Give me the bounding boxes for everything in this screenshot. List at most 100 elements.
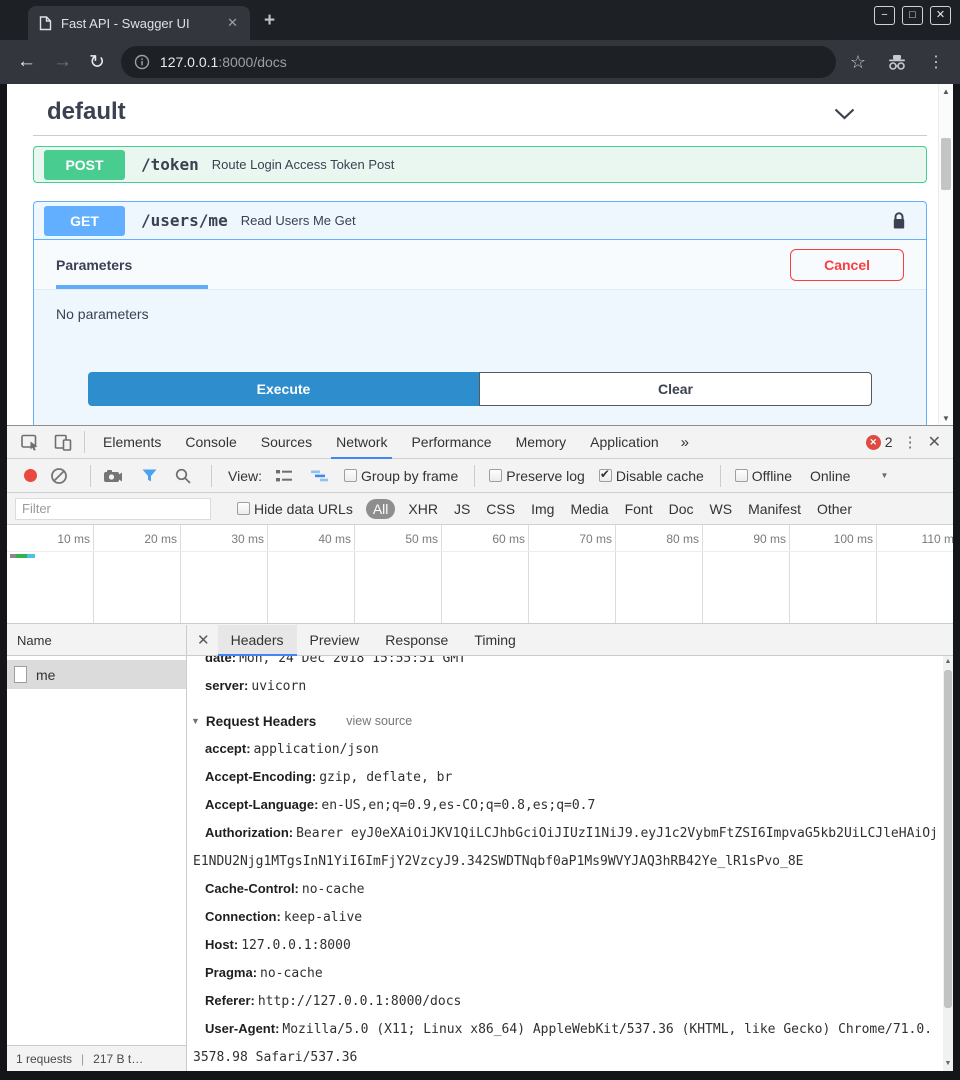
timeline-tick: 100 ms — [790, 525, 877, 551]
disable-cache-label: Disable cache — [616, 468, 704, 484]
more-tabs-button[interactable]: » — [671, 434, 699, 451]
scroll-up-arrow[interactable]: ▲ — [939, 84, 953, 98]
execute-button[interactable]: Execute — [88, 372, 479, 406]
incognito-icon[interactable] — [886, 54, 908, 71]
requests-column-header[interactable]: Name — [7, 625, 186, 656]
filter-type-all[interactable]: All — [366, 499, 396, 519]
request-row-me[interactable]: me — [7, 660, 186, 689]
back-button[interactable]: ← — [17, 51, 36, 73]
reload-button[interactable]: ↻ — [89, 51, 105, 74]
summary-divider: | — [81, 1052, 84, 1066]
tab-close-icon[interactable]: ✕ — [227, 15, 238, 31]
console-error-badge[interactable]: ✕ 2 — [866, 434, 893, 450]
window-maximize-button[interactable]: □ — [902, 6, 923, 25]
details-tab-headers[interactable]: Headers — [218, 625, 297, 656]
view-list-icon[interactable] — [275, 469, 293, 483]
request-headers-section[interactable]: ▼ Request Headers view source — [191, 709, 939, 733]
timeline-tick: 60 ms — [442, 525, 529, 551]
device-toolbar-icon[interactable] — [54, 434, 72, 451]
devtools-tab-sources[interactable]: Sources — [249, 426, 324, 459]
lock-icon[interactable] — [890, 211, 908, 230]
details-tab-timing[interactable]: Timing — [461, 625, 529, 656]
record-button[interactable] — [24, 469, 37, 482]
section-divider — [33, 135, 927, 136]
throttling-dropdown-arrow[interactable]: ▼ — [880, 471, 888, 480]
window-close-button[interactable]: ✕ — [930, 6, 951, 25]
filter-type-doc[interactable]: Doc — [669, 501, 694, 517]
filter-type-js[interactable]: JS — [454, 501, 470, 517]
filter-type-media[interactable]: Media — [570, 501, 608, 517]
devtools-tab-elements[interactable]: Elements — [91, 426, 173, 459]
divider — [474, 465, 475, 487]
request-header-row: Pragma:no-cache — [193, 959, 939, 987]
bookmark-star-icon[interactable]: ☆ — [850, 52, 866, 73]
details-tab-preview[interactable]: Preview — [297, 625, 373, 656]
browser-tab[interactable]: Fast API - Swagger UI ✕ — [28, 6, 250, 40]
filter-type-css[interactable]: CSS — [486, 501, 515, 517]
throttling-select[interactable]: Online — [810, 468, 850, 484]
no-parameters-text: No parameters — [56, 306, 149, 322]
search-icon[interactable] — [175, 468, 191, 484]
devtools-tab-memory[interactable]: Memory — [504, 426, 579, 459]
disclosure-triangle-icon[interactable]: ▼ — [191, 716, 200, 726]
devtools-tab-console[interactable]: Console — [173, 426, 248, 459]
devtools-close-icon[interactable]: ✕ — [928, 432, 941, 452]
requests-empty-area — [7, 689, 186, 1045]
details-scrollbar-thumb[interactable] — [944, 670, 952, 1008]
filter-icon[interactable] — [142, 469, 157, 482]
post-summary: Route Login Access Token Post — [212, 157, 395, 172]
devtools-tab-performance[interactable]: Performance — [399, 426, 503, 459]
filter-type-manifest[interactable]: Manifest — [748, 501, 801, 517]
url-bar[interactable]: 127.0.0.1:8000/docs — [121, 46, 836, 78]
details-scroll-down-arrow[interactable]: ▼ — [943, 1058, 953, 1070]
request-name: me — [36, 667, 55, 683]
disable-cache-checkbox[interactable] — [599, 469, 612, 482]
cancel-button[interactable]: Cancel — [790, 249, 904, 281]
timeline-tick: 80 ms — [616, 525, 703, 551]
filter-type-xhr[interactable]: XHR — [408, 501, 438, 517]
filter-type-img[interactable]: Img — [531, 501, 554, 517]
window-minimize-button[interactable]: − — [874, 6, 895, 25]
page-scrollbar[interactable]: ▲ ▼ — [938, 84, 953, 425]
waterfall-ttfb-segment — [16, 554, 27, 558]
hide-data-urls-checkbox[interactable] — [237, 502, 250, 515]
page-scrollbar-thumb[interactable] — [941, 138, 951, 190]
offline-checkbox[interactable] — [735, 469, 748, 482]
network-summary-bar: 1 requests | 217 B t… — [7, 1045, 186, 1071]
devtools-tab-network[interactable]: Network — [324, 426, 399, 459]
view-waterfall-icon[interactable] — [311, 469, 329, 483]
forward-button[interactable]: → — [53, 51, 72, 73]
inspect-element-icon[interactable] — [21, 433, 40, 451]
filter-type-font[interactable]: Font — [625, 501, 653, 517]
devtools-tabbar: Elements Console Sources Network Perform… — [7, 426, 953, 459]
network-overview-timeline[interactable]: 10 ms 20 ms 30 ms 40 ms 50 ms 60 ms 70 m… — [7, 525, 953, 624]
scroll-down-arrow[interactable]: ▼ — [939, 411, 953, 425]
details-scroll-up-arrow[interactable]: ▲ — [943, 656, 953, 668]
site-info-icon[interactable] — [134, 54, 150, 70]
request-header-row: Connection:keep-alive — [193, 903, 939, 931]
clear-log-icon[interactable] — [50, 467, 68, 485]
group-by-frame-checkbox[interactable] — [344, 469, 357, 482]
devtools-tab-application[interactable]: Application — [578, 426, 671, 459]
details-tab-response[interactable]: Response — [372, 625, 461, 656]
details-close-icon[interactable]: ✕ — [197, 631, 210, 649]
view-source-link[interactable]: view source — [346, 714, 412, 728]
get-method-badge: GET — [44, 206, 125, 236]
filter-input[interactable] — [15, 498, 211, 520]
headers-content[interactable]: date:Mon, 24 Dec 2018 15:55:51 GMT serve… — [187, 656, 953, 1071]
get-endpoint-header[interactable]: GET /users/me Read Users Me Get — [34, 202, 926, 240]
filter-type-ws[interactable]: WS — [710, 501, 733, 517]
hide-data-urls-label: Hide data URLs — [254, 501, 353, 517]
preserve-log-checkbox[interactable] — [489, 469, 502, 482]
capture-screenshots-icon[interactable] — [103, 469, 123, 483]
network-toolbar: View: Group by frame Preserve log Disabl… — [7, 459, 953, 493]
parameters-section-header: Parameters Cancel — [34, 240, 926, 290]
chevron-down-icon[interactable] — [834, 108, 855, 120]
endpoint-post-token[interactable]: POST /token Route Login Access Token Pos… — [33, 146, 927, 183]
filter-type-other[interactable]: Other — [817, 501, 852, 517]
details-scrollbar[interactable]: ▲ ▼ — [943, 656, 953, 1071]
new-tab-button[interactable]: + — [264, 10, 275, 32]
clear-button[interactable]: Clear — [479, 372, 872, 406]
devtools-menu-icon[interactable]: ⋮ — [903, 433, 918, 451]
browser-menu-icon[interactable]: ⋮ — [928, 52, 944, 72]
